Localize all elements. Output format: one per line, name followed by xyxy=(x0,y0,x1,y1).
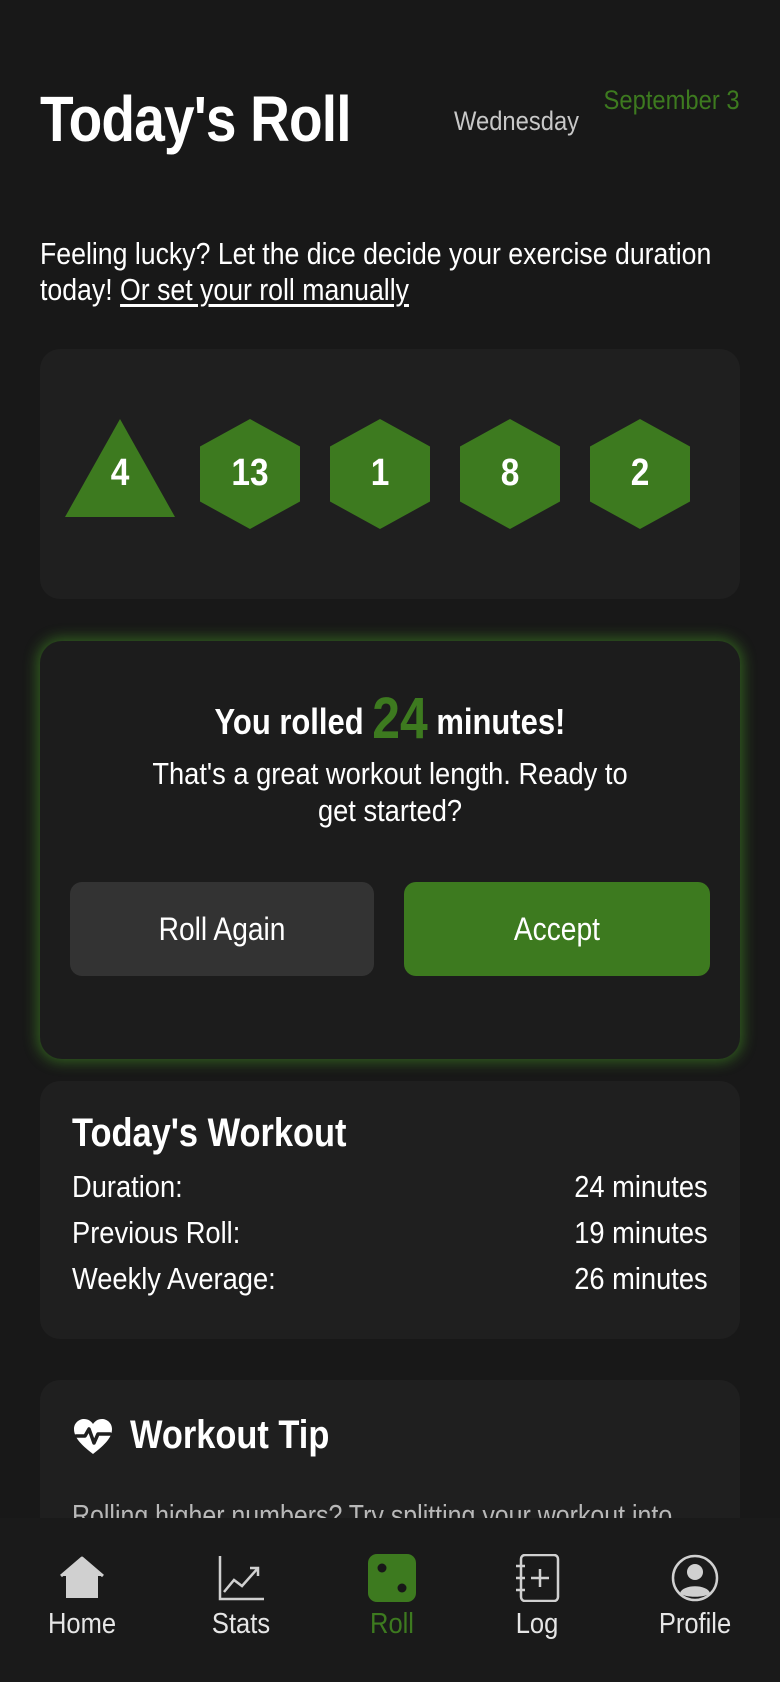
result-headline: You rolled 24 minutes! xyxy=(40,685,740,752)
die-value: 8 xyxy=(500,452,520,494)
bottom-nav: Home Stats Roll Log Profile xyxy=(0,1518,780,1682)
die-d4[interactable]: 4 xyxy=(65,419,175,529)
header: Today's Roll Wednesday September 3 xyxy=(40,82,740,162)
result-prefix: You rolled xyxy=(214,701,364,742)
stat-label: Duration: xyxy=(72,1169,183,1204)
result-value: 24 xyxy=(372,686,428,751)
weekday-label: Wednesday xyxy=(454,106,580,136)
result-message-text: That's a great workout length. Ready to … xyxy=(152,756,628,828)
nav-item-log[interactable]: Log xyxy=(467,1554,607,1664)
die-value: 2 xyxy=(630,452,650,494)
intro-text: Feeling lucky? Let the dice decide your … xyxy=(40,236,760,308)
roll-again-button[interactable]: Roll Again xyxy=(70,882,374,976)
die-hex[interactable]: 1 xyxy=(325,419,435,529)
stat-label: Previous Roll: xyxy=(72,1215,241,1250)
die-hex[interactable]: 13 xyxy=(195,419,305,529)
nav-label: Log xyxy=(515,1608,559,1640)
die-hex[interactable]: 2 xyxy=(585,419,695,529)
accept-button[interactable]: Accept xyxy=(404,882,710,976)
nav-label: Home xyxy=(47,1608,117,1640)
workout-card: Today's Workout Duration: 24 minutes Pre… xyxy=(40,1081,740,1339)
dice-row: 4 13 1 8 2 xyxy=(40,419,740,529)
profile-icon xyxy=(671,1554,719,1602)
workout-title: Today's Workout xyxy=(72,1111,347,1155)
previous-roll-row: Previous Roll: 19 minutes xyxy=(72,1215,708,1255)
duration-row: Duration: 24 minutes xyxy=(72,1169,708,1209)
die-value: 13 xyxy=(231,452,269,494)
roll-again-label: Roll Again xyxy=(158,910,286,947)
accept-label: Accept xyxy=(513,910,601,947)
home-icon xyxy=(60,1556,104,1598)
nav-label: Stats xyxy=(211,1608,271,1640)
date-label: September 3 xyxy=(603,85,740,115)
dice-card: 4 13 1 8 2 xyxy=(40,349,740,599)
dice-icon xyxy=(368,1554,416,1602)
result-card: You rolled 24 minutes! That's a great wo… xyxy=(40,641,740,1059)
nav-item-roll[interactable]: Roll xyxy=(322,1554,462,1664)
stat-value: 24 minutes xyxy=(574,1169,708,1204)
die-hex[interactable]: 8 xyxy=(455,419,565,529)
weekly-average-row: Weekly Average: 26 minutes xyxy=(72,1261,708,1301)
nav-item-stats[interactable]: Stats xyxy=(171,1554,311,1664)
result-suffix: minutes! xyxy=(436,701,566,742)
heart-pulse-icon xyxy=(74,1419,112,1454)
nav-item-home[interactable]: Home xyxy=(12,1554,152,1664)
die-value: 1 xyxy=(370,452,390,494)
log-add-icon xyxy=(516,1554,560,1602)
nav-item-profile[interactable]: Profile xyxy=(625,1554,765,1664)
stat-label: Weekly Average: xyxy=(72,1261,276,1296)
stat-value: 26 minutes xyxy=(574,1261,708,1296)
stat-value: 19 minutes xyxy=(574,1215,708,1250)
page-title: Today's Roll xyxy=(40,83,351,155)
nav-label: Profile xyxy=(658,1608,732,1640)
manual-roll-link[interactable]: Or set your roll manually xyxy=(120,272,409,307)
chart-icon xyxy=(218,1556,264,1601)
die-value: 4 xyxy=(110,452,130,494)
tip-title: Workout Tip xyxy=(130,1413,330,1457)
result-message: That's a great workout length. Ready to … xyxy=(100,755,680,829)
nav-label: Roll xyxy=(370,1608,414,1640)
